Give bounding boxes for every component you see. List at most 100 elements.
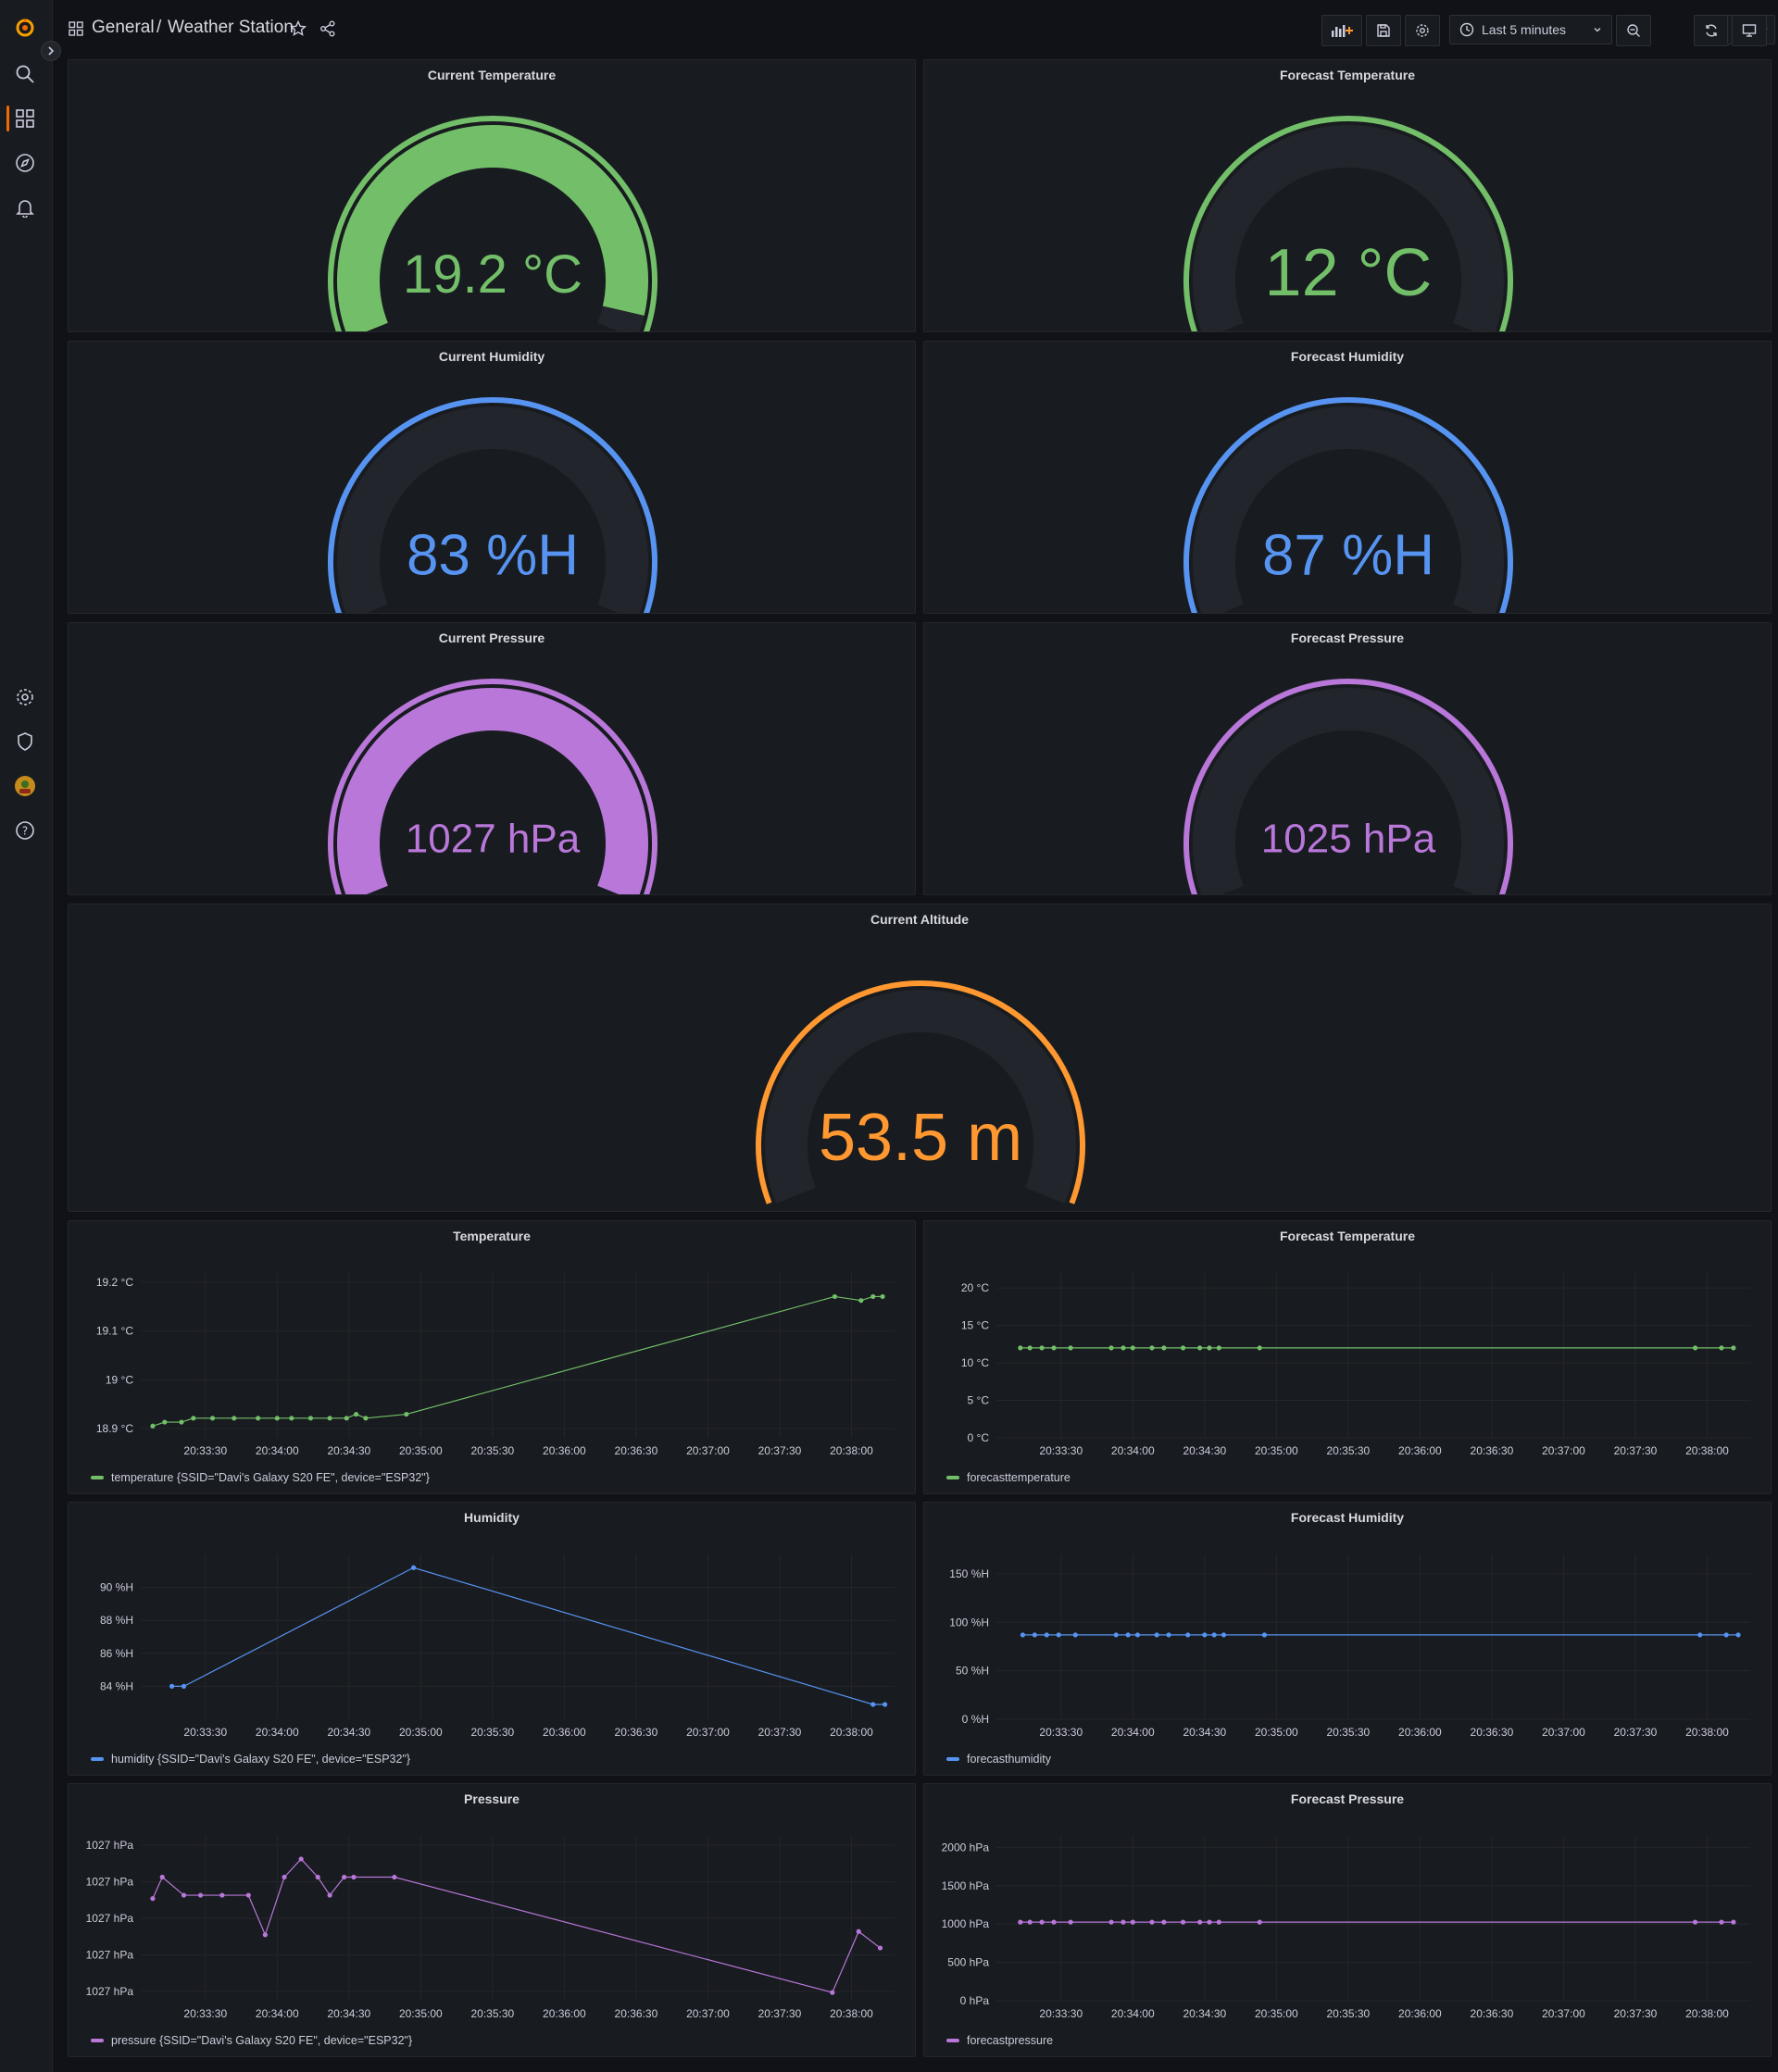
x-tick-label: 20:34:30 (327, 2007, 370, 2020)
gauge-value-text: 1027 hPa (406, 817, 581, 862)
share-icon[interactable] (319, 20, 336, 42)
chevron-right-icon (48, 46, 55, 56)
save-dashboard-button[interactable] (1366, 15, 1401, 46)
panel-humidity-chart[interactable]: 84 %H 86 %H 88 %H 90 %H 20:33:30 20:34:00 20:3… (68, 1502, 916, 1776)
legend-item[interactable]: forecastpressure (946, 2034, 1053, 2047)
refresh-button[interactable] (1694, 15, 1729, 46)
y-tick-label: 90 %H (100, 1581, 133, 1594)
panel-forecast-humidity[interactable]: Forecast Humidity 87 %H (923, 341, 1772, 614)
dashboards-icon[interactable] (13, 106, 37, 131)
panel-title: Temperature (453, 1229, 531, 1243)
panel-forecast-pressure-chart[interactable]: 0 hPa 500 hPa 1000 hPa 1500 hPa 2000 hPa 20:3… (923, 1783, 1772, 2057)
legend-item[interactable]: pressure {SSID="Davi's Galaxy S20 FE", d… (91, 2034, 412, 2047)
y-tick-label: 1027 hPa (86, 1985, 134, 1998)
panel-pressure-chart[interactable]: 1027 hPa 1027 hPa 1027 hPa 1027 hPa 1027 hPa… (68, 1783, 916, 2057)
explore-icon[interactable] (13, 151, 37, 175)
panel-forecast-temperature[interactable]: Forecast Temperature 12 °C (923, 59, 1772, 332)
panel-title: Pressure (464, 1791, 520, 1806)
x-tick-label: 20:37:00 (1542, 1726, 1585, 1739)
data-point (856, 1928, 861, 1934)
panel-current-humidity[interactable]: Current Humidity 83 %H (68, 341, 916, 614)
data-point (181, 1683, 187, 1689)
legend-item[interactable]: humidity {SSID="Davi's Galaxy S20 FE", d… (91, 1753, 410, 1766)
tv-mode-button[interactable] (1732, 15, 1767, 46)
legend-label: humidity {SSID="Davi's Galaxy S20 FE", d… (111, 1753, 411, 1766)
x-tick-label: 20:36:00 (1398, 1726, 1442, 1739)
x-tick-label: 20:34:30 (1183, 1726, 1226, 1739)
data-point (298, 1856, 304, 1862)
data-point (1257, 1919, 1262, 1925)
zoom-out-button[interactable] (1616, 15, 1651, 46)
time-series-chart: 0 %H 50 %H 100 %H 150 %H 20:33:30 20:34:00 20:… (949, 1554, 1750, 1739)
x-tick-label: 20:37:30 (758, 1444, 802, 1457)
grafana-logo-icon[interactable] (13, 16, 37, 40)
help-icon[interactable]: ? (13, 818, 37, 843)
x-tick-label: 20:35:00 (399, 1726, 443, 1739)
expand-menu-button[interactable] (41, 41, 61, 61)
y-tick-label: 1000 hPa (942, 1917, 990, 1930)
x-tick-label: 20:37:00 (686, 2007, 730, 2020)
gauge-value-text: 83 %H (407, 524, 579, 588)
data-point (150, 1423, 156, 1429)
legend-label: pressure {SSID="Davi's Galaxy S20 FE", d… (111, 2034, 413, 2047)
panel-current-temperature[interactable]: Current Temperature 19.2 °C (68, 59, 916, 332)
y-tick-label: 1027 hPa (86, 1876, 134, 1889)
data-point (1735, 1632, 1741, 1638)
time-series-chart: 18.9 °C 19 °C 19.1 °C 19.2 °C 20:33:30 20:34:… (96, 1273, 895, 1457)
data-point (1121, 1345, 1126, 1351)
panel-temperature-chart[interactable]: 18.9 °C 19 °C 19.1 °C 19.2 °C 20:33:30 20:34:… (68, 1220, 916, 1494)
x-tick-label: 20:36:30 (615, 1444, 658, 1457)
data-point (1154, 1632, 1159, 1638)
data-point (344, 1416, 349, 1421)
x-tick-label: 20:38:00 (1685, 2007, 1729, 2020)
y-tick-label: 18.9 °C (96, 1422, 133, 1435)
shield-icon[interactable] (13, 730, 37, 754)
x-tick-label: 20:37:30 (1614, 1444, 1658, 1457)
data-point (191, 1416, 196, 1421)
legend-item[interactable]: temperature {SSID="Davi's Galaxy S20 FE"… (91, 1471, 430, 1484)
panel-current-pressure[interactable]: Current Pressure 1027 hPa (68, 622, 916, 895)
panel-forecast-temperature-chart[interactable]: 0 °C 5 °C 10 °C 15 °C 20 °C 20:33:30 20:34:00 2… (923, 1220, 1772, 1494)
alerting-icon[interactable] (13, 195, 37, 219)
data-point (1072, 1632, 1078, 1638)
breadcrumb-dashboard[interactable]: Weather Station (168, 18, 294, 38)
data-point (209, 1416, 216, 1421)
svg-text:?: ? (22, 825, 28, 838)
x-tick-label: 20:35:30 (471, 1726, 515, 1739)
legend-item[interactable]: forecasthumidity (946, 1753, 1051, 1766)
search-icon[interactable] (13, 62, 37, 86)
legend-label: forecastpressure (967, 2034, 1054, 2047)
data-point (1068, 1919, 1073, 1925)
star-icon[interactable] (289, 19, 307, 42)
data-point (1207, 1919, 1212, 1925)
legend-swatch (946, 1757, 959, 1761)
x-tick-label: 20:38:00 (830, 2007, 873, 2020)
data-point (1134, 1632, 1141, 1638)
gauge-value-text: 87 %H (1262, 524, 1434, 588)
data-point (1202, 1632, 1208, 1638)
data-point (289, 1416, 294, 1421)
active-indicator (6, 106, 9, 131)
breadcrumb-folder[interactable]: General (92, 18, 155, 38)
legend-swatch (91, 2039, 104, 2042)
settings-icon[interactable] (13, 685, 37, 709)
series-line (152, 1858, 881, 1993)
add-panel-button[interactable] (1321, 15, 1362, 46)
y-tick-label: 5 °C (968, 1394, 990, 1407)
series-line (152, 1295, 883, 1427)
x-tick-label: 20:34:00 (256, 2007, 299, 2020)
data-point (245, 1892, 251, 1898)
avatar[interactable] (13, 774, 37, 798)
data-point (1180, 1345, 1186, 1351)
data-point (1108, 1919, 1114, 1925)
y-tick-label: 10 °C (961, 1356, 989, 1369)
panel-forecast-humidity-chart[interactable]: 0 %H 50 %H 100 %H 150 %H 20:33:30 20:34:00 20:… (923, 1502, 1772, 1776)
time-picker-button[interactable]: Last 5 minutes (1449, 15, 1612, 44)
data-point (1032, 1632, 1037, 1638)
legend-item[interactable]: forecasttemperature (946, 1471, 1071, 1484)
panel-forecast-pressure[interactable]: Forecast Pressure 1025 hPa (923, 622, 1772, 895)
x-tick-label: 20:35:00 (1255, 1726, 1298, 1739)
dashboard-settings-button[interactable] (1405, 15, 1440, 46)
time-series-chart: 0 °C 5 °C 10 °C 15 °C 20 °C 20:33:30 20:34:00 2… (961, 1273, 1750, 1457)
panel-current-altitude[interactable]: Current Altitude 53.5 m (68, 904, 1772, 1212)
